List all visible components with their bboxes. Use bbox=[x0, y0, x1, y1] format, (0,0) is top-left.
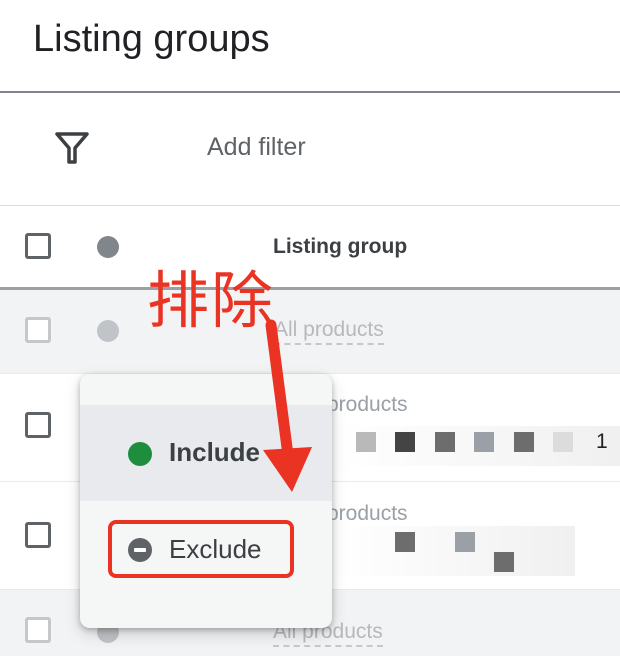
redaction-block bbox=[455, 532, 475, 552]
column-header-listing-group[interactable]: Listing group bbox=[273, 235, 407, 259]
select-all-checkbox[interactable] bbox=[25, 233, 51, 259]
include-label[interactable]: Include bbox=[169, 437, 260, 468]
redaction-block bbox=[356, 432, 376, 452]
redaction-block bbox=[435, 432, 455, 452]
redaction-block bbox=[474, 432, 494, 452]
status-dot-icon bbox=[97, 236, 119, 258]
highlight-box bbox=[108, 520, 294, 578]
annotation-text: 排除 bbox=[147, 264, 276, 337]
listing-group-link[interactable]: products bbox=[327, 393, 408, 418]
row-checkbox[interactable] bbox=[25, 317, 51, 343]
page-title: Listing groups bbox=[33, 18, 270, 60]
listing-group-link[interactable]: products bbox=[327, 502, 408, 527]
row-checkbox[interactable] bbox=[25, 617, 51, 643]
redaction-block bbox=[514, 432, 534, 452]
redaction-block bbox=[494, 552, 514, 572]
filter-divider bbox=[0, 205, 620, 206]
green-dot-icon bbox=[128, 442, 152, 466]
add-filter-button[interactable]: Add filter bbox=[207, 133, 306, 162]
row-suffix-text: 1 bbox=[596, 430, 608, 453]
row-checkbox[interactable] bbox=[25, 522, 51, 548]
redaction-block bbox=[395, 532, 415, 552]
row-checkbox[interactable] bbox=[25, 412, 51, 438]
redaction-block bbox=[395, 432, 415, 452]
listing-group-link[interactable]: All products bbox=[274, 318, 384, 345]
status-dot-icon[interactable] bbox=[97, 320, 119, 342]
filter-icon[interactable] bbox=[54, 130, 90, 166]
redaction-block bbox=[553, 432, 573, 452]
filter-bar bbox=[0, 93, 620, 205]
